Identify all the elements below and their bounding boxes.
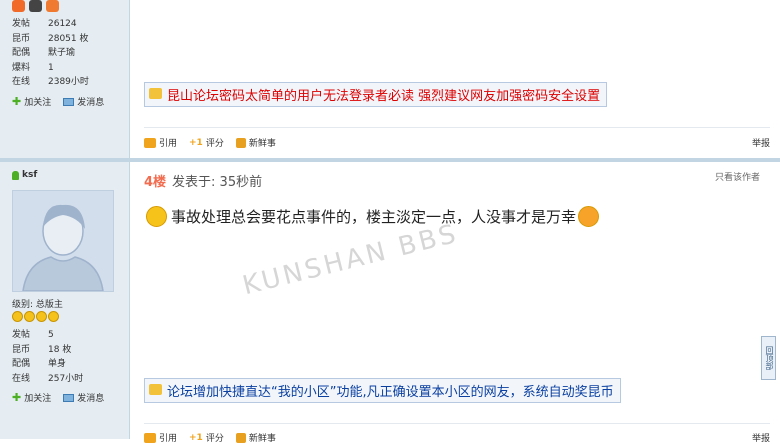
medal-row [12, 0, 59, 13]
toolbar-divider [144, 127, 770, 128]
envelope-icon [63, 97, 75, 106]
send-message-button[interactable]: 发消息 [63, 95, 104, 108]
plus-icon: ✚ [12, 95, 22, 108]
toolbar-divider [144, 423, 770, 424]
send-message-button[interactable]: 发消息 [63, 391, 104, 404]
rate-button[interactable]: +1 评分 [189, 136, 224, 150]
quote-icon [144, 432, 156, 443]
report-button[interactable]: 举报 [752, 136, 770, 149]
rank-star-icon [48, 311, 59, 322]
floor-number[interactable]: 4楼 [144, 175, 166, 190]
post-header: 4楼 发表于: 35秒前 [144, 171, 262, 190]
stat-row: 发帖 5 [12, 330, 54, 340]
stat-row: 爆料 1 [12, 62, 54, 73]
plus-icon: ✚ [12, 391, 22, 404]
stat-row: 在线 2389小时 [12, 77, 89, 87]
news-button[interactable]: 新鲜事 [235, 431, 276, 444]
report-button[interactable]: 举报 [752, 431, 770, 444]
password-notice-link[interactable]: 昆山论坛密码太简单的用户无法登录者必读 强烈建议网友加强密码安全设置 [144, 82, 608, 107]
quote-button[interactable]: 引用 [144, 431, 177, 444]
user2-stats: 发帖 5 昆币 18 枚 配偶 单身 在线 257小时 [12, 328, 83, 386]
user2-name[interactable]: ksf [12, 170, 37, 180]
avatar-silhouette-icon [13, 191, 113, 291]
star-medal-icon [46, 0, 59, 12]
stat-row: 在线 257小时 [12, 373, 84, 384]
only-author-link[interactable]: 只看该作者 [715, 170, 760, 183]
back-to-top-button[interactable]: 回顶部 [761, 336, 776, 380]
stat-row: 昆币 28051 枚 [12, 33, 89, 44]
emoji-icon [146, 206, 167, 227]
megaphone-icon [149, 88, 162, 99]
flower-medal-icon [12, 0, 25, 12]
post2-toolbar: 引用 +1 评分 新鲜事 举报 [144, 431, 770, 444]
emoji-icon [578, 206, 600, 227]
watermark: KUNSHAN BBS [239, 218, 462, 302]
follow-button[interactable]: ✚ 加关注 [12, 95, 51, 108]
rank-stars [12, 311, 59, 322]
rank-star-icon [36, 311, 47, 322]
post-content: 事故处理总会要花点事件的，楼主淡定一点，人没事才是万幸 [146, 206, 600, 227]
megaphone-icon [149, 384, 162, 395]
camera-medal-icon [29, 0, 42, 12]
avatar[interactable] [12, 190, 114, 292]
user1-actions: ✚ 加关注 发消息 [12, 95, 104, 108]
user2-actions: ✚ 加关注 发消息 [12, 391, 104, 404]
quote-button[interactable]: 引用 [144, 136, 177, 149]
stat-row: 配偶 默子瑜 [12, 48, 76, 58]
author-sidebar: 发帖 26124 昆币 28051 枚 配偶 默子瑜 爆料 1 在线 2389小时 ✚ 加关… [0, 0, 130, 439]
stat-row: 昆币 18 枚 [12, 344, 72, 355]
stat-row: 发帖 26124 [12, 19, 77, 29]
news-icon [235, 432, 246, 443]
news-button[interactable]: 新鲜事 [235, 136, 276, 149]
follow-button[interactable]: ✚ 加关注 [12, 391, 51, 404]
rank-star-icon [24, 311, 35, 322]
quote-icon [144, 137, 156, 148]
stat-row: 配偶 单身 [12, 359, 67, 369]
community-notice-link[interactable]: 论坛增加快捷直达“我的小区”功能,凡正确设置本小区的网友，系统自动奖昆币 [144, 378, 621, 403]
envelope-icon [63, 393, 75, 402]
rate-icon: +1 [189, 137, 203, 148]
news-icon [235, 137, 246, 148]
post-area: 昆山论坛密码太简单的用户无法登录者必读 强烈建议网友加强密码安全设置 引用 +1… [130, 0, 780, 444]
rank-star-icon [12, 311, 23, 322]
user-online-icon [12, 170, 19, 180]
post-time: 发表于: 35秒前 [172, 175, 263, 190]
user1-stats: 发帖 26124 昆币 28051 枚 配偶 默子瑜 爆料 1 在线 2389小时 [12, 17, 89, 90]
rate-icon: +1 [189, 432, 203, 443]
user-rank: 级别: 总版主 [12, 300, 63, 310]
post1-toolbar: 引用 +1 评分 新鲜事 举报 [144, 136, 770, 149]
rate-button[interactable]: +1 评分 [189, 431, 224, 444]
